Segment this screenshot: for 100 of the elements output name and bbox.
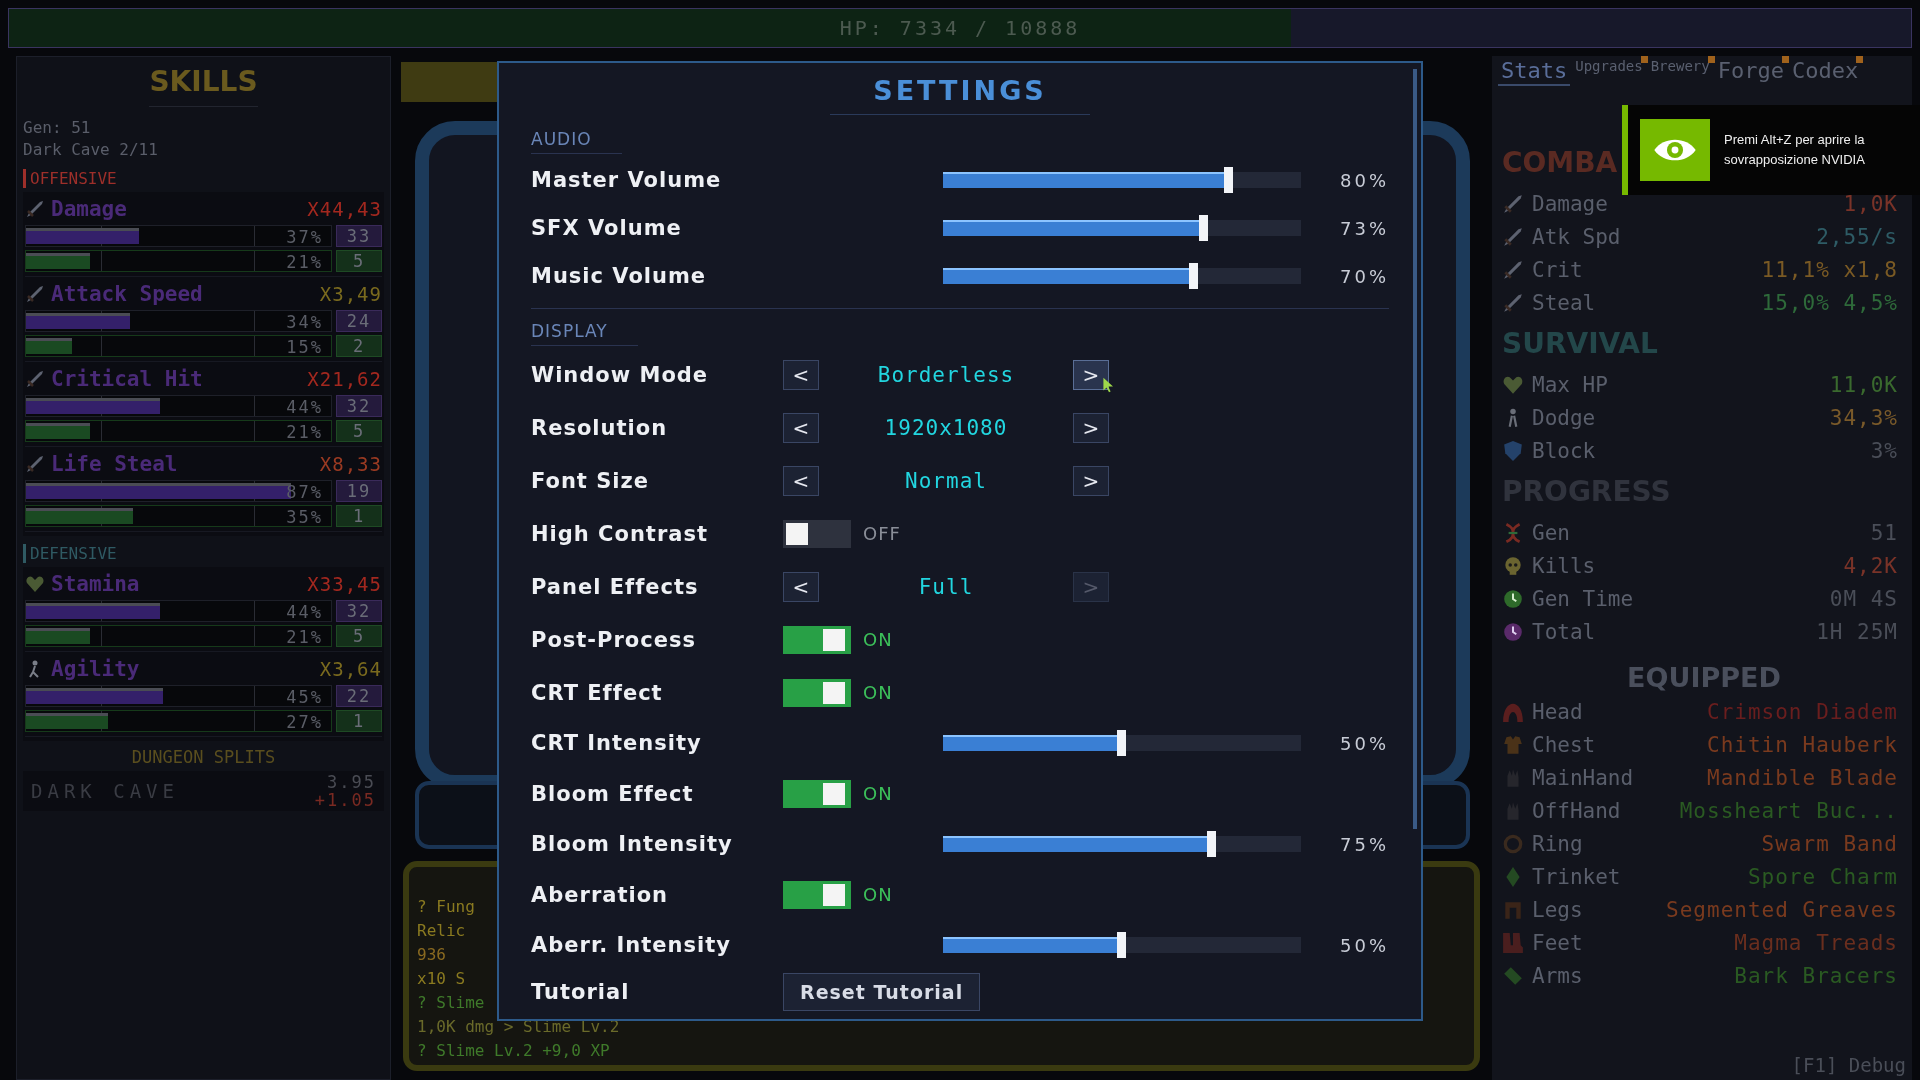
multiplier-text: X21,62 (307, 368, 382, 390)
log-line: x10 S (417, 968, 466, 990)
stat-label: Head (1532, 699, 1583, 724)
percent-text: 27% (286, 712, 323, 732)
previous-button[interactable]: < (783, 465, 819, 496)
setting-label: SFX Volume (531, 216, 683, 240)
setting-label: CRT Intensity (531, 731, 703, 755)
stat-label: Block (1532, 438, 1596, 463)
toggle-switch[interactable] (783, 678, 851, 707)
log-line: Relic (417, 920, 466, 942)
stat-label: Ring (1532, 831, 1583, 856)
stat-label: MainHand (1532, 765, 1634, 790)
bracer-icon (1502, 964, 1524, 987)
skill-name: Critical Hit (51, 367, 204, 391)
sword-icon (1502, 258, 1524, 281)
stat-value: Spore Charm (1747, 864, 1898, 889)
previous-button[interactable]: < (783, 571, 819, 602)
stat-value: Segmented Greaves (1666, 897, 1898, 922)
level-count: 19 (336, 480, 382, 502)
toggle-switch[interactable] (783, 880, 851, 909)
stat-label: Max HP (1532, 372, 1608, 397)
slider-thumb[interactable] (1117, 730, 1126, 756)
toggle-switch[interactable] (783, 779, 851, 808)
skill-name: Attack Speed (51, 282, 204, 306)
setting-label: CRT Effect (531, 680, 664, 705)
level-count: 5 (336, 420, 382, 442)
stat-label: Steal (1532, 290, 1596, 315)
percent-text: 35% (286, 507, 323, 527)
sword-icon (1502, 192, 1524, 215)
slider-thumb[interactable] (1206, 831, 1216, 857)
setting-label: Panel Effects (531, 574, 700, 599)
value-text: 75% (1340, 833, 1389, 855)
percent-text: 44% (286, 602, 323, 622)
stat-value: 4,2K (1843, 553, 1898, 578)
value-text: 50% (1340, 732, 1389, 754)
stat-label: Gen Time (1532, 586, 1634, 611)
setting-label: Post-Process (531, 627, 697, 652)
percent-text: 45% (286, 687, 323, 707)
stat-value: 34,3% (1829, 405, 1898, 430)
percent-text: 21% (286, 627, 323, 647)
percent-text: 37% (286, 227, 323, 247)
setting-label: Aberr. Intensity (531, 933, 732, 957)
stat-value: 11,1% x1,8 (1761, 257, 1898, 282)
debug-hint: [F1] Debug (1791, 1054, 1906, 1076)
stat-value: Mossheart Buc... (1679, 798, 1898, 823)
setting-label: Bloom Intensity (531, 832, 734, 856)
stat-value: Swarm Band (1761, 831, 1898, 856)
multiplier-text: X33,45 (307, 573, 382, 595)
toggle-state-text: ON (863, 682, 893, 703)
tab[interactable]: Stats (1498, 56, 1571, 86)
stat-value: 3% (1870, 438, 1898, 463)
next-button[interactable]: > (1073, 465, 1109, 496)
stat-value: 1,0K (1843, 191, 1898, 216)
sword-icon (25, 199, 45, 219)
slider-thumb[interactable] (1199, 215, 1209, 241)
stat-label: Feet (1532, 930, 1583, 955)
setting-label: Master Volume (531, 168, 723, 192)
toggle-switch[interactable] (783, 519, 851, 548)
setting-label: Aberration (531, 882, 670, 907)
next-button[interactable]: > (1073, 359, 1109, 390)
level-count: 1 (336, 710, 382, 732)
slider-thumb[interactable] (1117, 932, 1126, 958)
stat-label: Trinket (1532, 864, 1621, 889)
selected-value: 1920x1080 (884, 415, 1008, 440)
stat-label: Gen (1532, 520, 1570, 545)
percent-text: 34% (286, 312, 323, 332)
level-count: 1 (336, 505, 382, 527)
stat-value: 11,0K (1829, 372, 1898, 397)
stat-label: Chest (1532, 732, 1596, 757)
sword-icon (25, 284, 45, 304)
level-count: 2 (336, 335, 382, 357)
previous-button[interactable]: < (783, 359, 819, 390)
section-heading: AUDIO (531, 123, 622, 154)
sword-icon (25, 369, 45, 389)
dungeon-progress-text: Dark Cave 2/11 (23, 139, 158, 161)
split-delta: +1.05 (314, 791, 376, 809)
reset-tutorial-button[interactable]: Reset Tutorial (783, 973, 981, 1011)
scrollbar[interactable] (1413, 69, 1417, 829)
previous-button[interactable]: < (783, 412, 819, 443)
stat-label: Arms (1532, 963, 1583, 988)
level-count: 5 (336, 625, 382, 647)
percent-text: 15% (286, 337, 323, 357)
slider-thumb[interactable] (1224, 167, 1234, 193)
stat-value: Chitin Hauberk (1707, 732, 1898, 757)
value-text: 80% (1340, 169, 1389, 191)
generation-text: Gen: 51 (23, 117, 91, 139)
toggle-state-text: ON (863, 629, 893, 650)
sword-icon (1502, 291, 1524, 314)
stat-value: 15,0% 4,5% (1761, 290, 1898, 315)
stat-label: Damage (1532, 191, 1608, 216)
toggle-state-text: OFF (863, 523, 901, 544)
next-button[interactable]: > (1073, 412, 1109, 443)
setting-label: Window Mode (531, 362, 710, 387)
stat-label: OffHand (1532, 798, 1621, 823)
split-time: 3.95 (327, 773, 376, 791)
slider-thumb[interactable] (1188, 263, 1198, 289)
percent-text: 44% (286, 397, 323, 417)
multiplier-text: X8,33 (319, 453, 382, 475)
panel-title: SKILLS (149, 65, 258, 107)
toggle-switch[interactable] (783, 625, 851, 654)
